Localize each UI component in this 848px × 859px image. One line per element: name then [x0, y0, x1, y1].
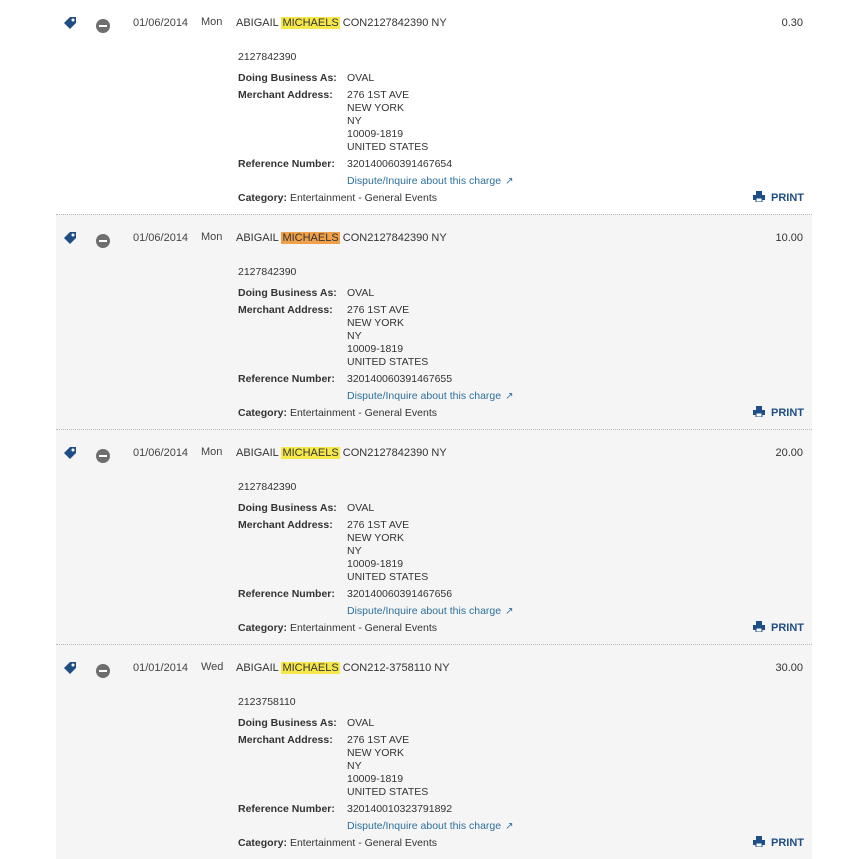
dba-label: Doing Business As:: [238, 287, 337, 299]
dba-label: Doing Business As:: [238, 502, 337, 514]
reference-number-label: Reference Number:: [238, 373, 335, 385]
printer-icon: [753, 621, 765, 632]
reference-number-label: Reference Number:: [238, 158, 335, 170]
transaction-row: 01/06/2014 Mon ABIGAIL MICHAELS CON21278…: [56, 429, 812, 644]
dba-value: OVAL: [347, 287, 375, 299]
merchant-phone: 2127842390: [238, 481, 297, 493]
transaction-amount: 10.00: [775, 232, 803, 244]
reference-number: 320140060391467656: [347, 588, 453, 600]
transaction-description: ABIGAIL MICHAELS CON2127842390 NY: [236, 232, 447, 244]
transaction-row: 01/06/2014 Mon ABIGAIL MICHAELS CON21278…: [56, 214, 812, 429]
transaction-weekday: Wed: [201, 661, 224, 673]
dispute-link[interactable]: Dispute/Inquire about this charge ↗: [347, 820, 514, 832]
printer-icon: [753, 836, 765, 847]
dba-value: OVAL: [347, 72, 375, 84]
print-button[interactable]: PRINT: [753, 836, 804, 849]
search-highlight: MICHAELS: [281, 662, 340, 674]
transaction-weekday: Mon: [201, 231, 223, 243]
printer-icon: [753, 191, 765, 202]
merchant-phone: 2123758110: [238, 696, 296, 708]
reference-number-label: Reference Number:: [238, 588, 335, 600]
category: Category: Entertainment - General Events: [238, 192, 438, 204]
collapse-icon[interactable]: [96, 234, 110, 248]
merchant-address: 276 1ST AVE NEW YORK NY 10009-1819 UNITE…: [347, 89, 429, 153]
tag-icon[interactable]: [62, 445, 78, 461]
dba-label: Doing Business As:: [238, 717, 337, 729]
search-highlight: MICHAELS: [281, 17, 340, 29]
dba-value: OVAL: [347, 502, 375, 514]
reference-number: 320140060391467655: [347, 373, 453, 385]
print-button[interactable]: PRINT: [753, 191, 804, 204]
transaction-description: ABIGAIL MICHAELS CON212-3758110 NY: [236, 662, 450, 674]
transaction-weekday: Mon: [201, 446, 223, 458]
merchant-address: 276 1ST AVE NEW YORK NY 10009-1819 UNITE…: [347, 734, 429, 798]
transaction-date: 01/01/2014: [133, 662, 189, 674]
external-arrow-icon: ↗: [505, 821, 514, 832]
dba-label: Doing Business As:: [238, 72, 337, 84]
external-arrow-icon: ↗: [505, 176, 514, 187]
external-arrow-icon: ↗: [505, 391, 514, 402]
merchant-phone: 2127842390: [238, 51, 297, 63]
category: Category: Entertainment - General Events: [238, 622, 438, 634]
printer-icon: [753, 406, 765, 417]
tag-icon[interactable]: [62, 230, 78, 246]
merchant-address-label: Merchant Address:: [238, 734, 333, 746]
transaction-date: 01/06/2014: [133, 17, 189, 29]
merchant-address: 276 1ST AVE NEW YORK NY 10009-1819 UNITE…: [347, 519, 429, 583]
search-highlight: MICHAELS: [281, 447, 340, 459]
print-button[interactable]: PRINT: [753, 621, 804, 634]
category: Category: Entertainment - General Events: [238, 407, 438, 419]
transaction-amount: 30.00: [775, 662, 803, 674]
print-button[interactable]: PRINT: [753, 406, 804, 419]
transaction-weekday: Mon: [201, 16, 223, 28]
collapse-icon[interactable]: [96, 664, 110, 678]
search-highlight-current: MICHAELS: [281, 232, 340, 244]
transaction-row: 01/06/2014 Mon ABIGAIL MICHAELS CON21278…: [56, 0, 812, 214]
merchant-address-label: Merchant Address:: [238, 89, 333, 101]
reference-number: 320140010323791892: [347, 803, 453, 815]
collapse-icon[interactable]: [96, 449, 110, 463]
reference-number: 320140060391467654: [347, 158, 453, 170]
dispute-link[interactable]: Dispute/Inquire about this charge ↗: [347, 175, 514, 187]
transaction-list: 01/06/2014 Mon ABIGAIL MICHAELS CON21278…: [56, 0, 812, 859]
transaction-amount: 20.00: [775, 447, 803, 459]
category: Category: Entertainment - General Events: [238, 837, 438, 849]
transaction-description: ABIGAIL MICHAELS CON2127842390 NY: [236, 447, 447, 459]
transaction-description: ABIGAIL MICHAELS CON2127842390 NY: [236, 17, 447, 29]
dispute-link[interactable]: Dispute/Inquire about this charge ↗: [347, 390, 514, 402]
transaction-date: 01/06/2014: [133, 447, 189, 459]
collapse-icon[interactable]: [96, 19, 110, 33]
dispute-link[interactable]: Dispute/Inquire about this charge ↗: [347, 605, 514, 617]
tag-icon[interactable]: [62, 15, 78, 31]
transaction-date: 01/06/2014: [133, 232, 189, 244]
merchant-address-label: Merchant Address:: [238, 519, 333, 531]
reference-number-label: Reference Number:: [238, 803, 335, 815]
transaction-row: 01/01/2014 Wed ABIGAIL MICHAELS CON212-3…: [56, 644, 812, 859]
transaction-amount: 0.30: [781, 17, 803, 29]
merchant-address: 276 1ST AVE NEW YORK NY 10009-1819 UNITE…: [347, 304, 429, 368]
merchant-address-label: Merchant Address:: [238, 304, 333, 316]
tag-icon[interactable]: [62, 660, 78, 676]
dba-value: OVAL: [347, 717, 375, 729]
merchant-phone: 2127842390: [238, 266, 297, 278]
external-arrow-icon: ↗: [505, 606, 514, 617]
